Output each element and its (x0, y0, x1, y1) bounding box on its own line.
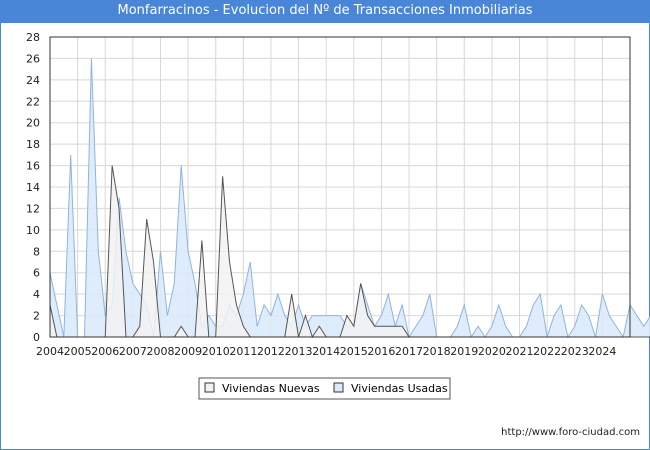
x-tick-label: 2023 (561, 345, 589, 358)
y-tick-label: 12 (26, 202, 40, 215)
x-tick-label: 2015 (340, 345, 368, 358)
x-tick-label: 2012 (257, 345, 285, 358)
x-tick-label: 2020 (478, 345, 506, 358)
y-tick-label: 0 (33, 331, 40, 344)
x-tick-label: 2021 (506, 345, 534, 358)
x-tick-label: 2024 (588, 345, 616, 358)
legend: Viviendas Nuevas Viviendas Usadas (198, 377, 451, 400)
x-tick-label: 2018 (423, 345, 451, 358)
y-tick-label: 24 (26, 74, 40, 87)
legend-swatch-nuevas (204, 382, 215, 393)
x-tick-label: 2008 (146, 345, 174, 358)
credit-text: http://www.foro-ciudad.com (501, 427, 640, 438)
y-tick-label: 4 (33, 288, 40, 301)
x-tick-label: 2016 (367, 345, 395, 358)
y-tick-label: 16 (26, 160, 40, 173)
y-tick-label: 20 (26, 117, 40, 130)
x-tick-label: 2007 (119, 345, 147, 358)
legend-swatch-usadas (333, 382, 344, 393)
x-tick-label: 2014 (312, 345, 340, 358)
y-tick-label: 26 (26, 52, 40, 65)
y-tick-label: 10 (26, 224, 40, 237)
x-tick-label: 2013 (285, 345, 313, 358)
chart-svg: 02468101214161820222426282004 2005 2006 200… (26, 31, 650, 400)
y-tick-label: 14 (26, 181, 40, 194)
y-tick-label: 6 (33, 267, 40, 280)
y-tick-label: 2 (33, 310, 40, 323)
x-tick-label: 2011 (229, 345, 257, 358)
x-tick-label: 2005 (64, 345, 92, 358)
y-tick-label: 8 (33, 245, 40, 258)
legend-label-usadas: Viviendas Usadas (351, 382, 448, 395)
x-tick-label: 2022 (533, 345, 561, 358)
legend-label-nuevas: Viviendas Nuevas (222, 382, 320, 395)
x-tick-label: 2009 (174, 345, 202, 358)
x-tick-label: 2006 (91, 345, 119, 358)
x-tick-label: 2019 (450, 345, 478, 358)
y-tick-label: 18 (26, 138, 40, 151)
x-tick-label: 2017 (395, 345, 423, 358)
x-tick-label: 2010 (202, 345, 230, 358)
x-tick-label: 2004 (36, 345, 64, 358)
y-tick-label: 28 (26, 31, 40, 44)
y-tick-label: 22 (26, 95, 40, 108)
